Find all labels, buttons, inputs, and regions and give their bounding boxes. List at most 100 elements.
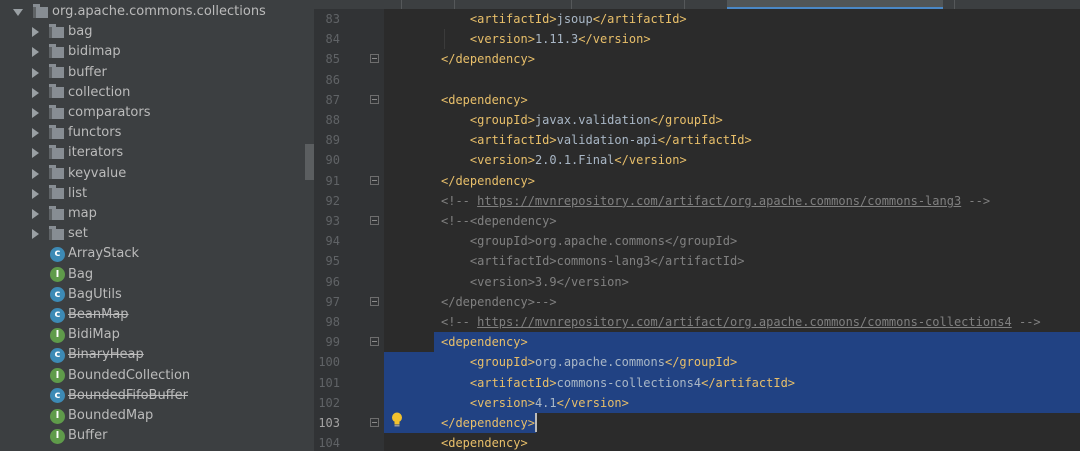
tree-class-item[interactable]: I Bag xyxy=(0,265,305,285)
class-icon: c xyxy=(50,307,65,323)
tree-class-item[interactable]: I BoundedCollection xyxy=(0,366,305,386)
xml-comment: --> xyxy=(1011,315,1041,329)
collapsed-arrow-icon[interactable] xyxy=(32,87,39,98)
xml-tag: <dependency> xyxy=(441,436,528,451)
collapsed-arrow-icon[interactable] xyxy=(32,47,39,58)
line-number: 99 xyxy=(325,335,340,350)
tree-folder-item[interactable]: bag xyxy=(0,22,305,42)
tree-folder-item[interactable]: keyvalue xyxy=(0,164,305,184)
tree-class-item[interactable]: I Buffer xyxy=(0,426,305,446)
line-number: 95 xyxy=(325,254,340,269)
tree-folder-item[interactable]: comparators xyxy=(0,103,305,123)
collapsed-arrow-icon[interactable] xyxy=(32,229,39,240)
line-number: 104 xyxy=(318,436,340,451)
xml-text: javax.validation xyxy=(534,113,651,127)
collapsed-arrow-icon[interactable] xyxy=(32,168,39,179)
comment-url-link[interactable]: https://mvnrepository.com/artifact/org.a… xyxy=(477,315,1012,329)
tree-class-label: BidiMap xyxy=(68,327,120,343)
tree-folder-item[interactable]: bidimap xyxy=(0,42,305,62)
xml-tag: <artifactId> xyxy=(469,12,557,26)
tree-class-item[interactable]: c BinaryHeap xyxy=(0,345,305,365)
tree-class-item[interactable]: I BoundedMap xyxy=(0,406,305,426)
tree-folder-label: bag xyxy=(68,24,93,40)
collapsed-arrow-icon[interactable] xyxy=(32,108,39,118)
tab-separator xyxy=(571,0,572,9)
xml-tag: <artifactId> xyxy=(469,375,557,390)
package-icon xyxy=(49,225,64,240)
fold-marker-icon[interactable] xyxy=(370,337,379,347)
fold-marker-icon[interactable] xyxy=(370,216,379,225)
xml-tag: </artifactId> xyxy=(701,375,796,390)
package-icon xyxy=(49,185,64,200)
lightbulb-icon[interactable] xyxy=(391,412,403,428)
package-icon xyxy=(49,64,64,79)
collapsed-arrow-icon[interactable] xyxy=(32,27,39,38)
line-number: 88 xyxy=(325,113,340,127)
tree-scrollbar[interactable] xyxy=(305,144,314,180)
tree-class-label: BinaryHeap xyxy=(68,347,144,363)
fold-marker-icon[interactable] xyxy=(370,175,379,185)
xml-tag: </groupId> xyxy=(650,113,723,127)
package-icon xyxy=(49,104,64,119)
collapsed-arrow-icon[interactable] xyxy=(32,128,39,139)
active-editor-tab[interactable] xyxy=(727,0,943,9)
comment-url-link[interactable]: https://mvnrepository.com/artifact/org.a… xyxy=(477,194,961,208)
xml-text: org.apache.commons xyxy=(534,355,665,370)
xml-tag: <dependency> xyxy=(441,335,528,350)
tree-folder-label: functors xyxy=(68,125,122,141)
xml-tag: </dependency> xyxy=(441,416,535,430)
code-line: </dependency> xyxy=(441,413,535,433)
tree-root[interactable]: org.apache.commons.collections xyxy=(0,2,305,22)
xml-tag: <version> xyxy=(469,32,535,47)
tree-class-label: Bag xyxy=(68,266,94,282)
xml-comment: --> xyxy=(961,193,991,208)
package-icon xyxy=(49,144,64,159)
tree-class-item[interactable]: c BagUtils xyxy=(0,285,305,305)
collapsed-arrow-icon[interactable] xyxy=(32,67,39,78)
fold-marker-icon[interactable] xyxy=(370,94,379,104)
tree-folder-item[interactable]: map xyxy=(0,204,305,224)
code-line: <version>4.1</version> xyxy=(441,393,629,413)
tree-class-item[interactable]: c BeanMap xyxy=(0,305,305,325)
tree-folder-item[interactable]: buffer xyxy=(0,63,305,83)
expand-arrow-icon[interactable] xyxy=(13,8,23,16)
package-icon xyxy=(49,205,64,220)
xml-tag: <version> xyxy=(469,395,535,410)
collapsed-arrow-icon[interactable] xyxy=(32,188,39,199)
code-line: <groupId>org.apache.commons</groupId> xyxy=(441,352,737,372)
tree-folder-item[interactable]: set xyxy=(0,224,305,244)
xml-tag: <groupId> xyxy=(469,355,535,370)
tree-folder-item[interactable]: iterators xyxy=(0,143,305,163)
tree-class-item[interactable]: c ArrayStack xyxy=(0,244,305,264)
line-number: 97 xyxy=(325,294,340,309)
code-line: <dependency> xyxy=(441,90,528,110)
collapsed-arrow-icon[interactable] xyxy=(32,148,39,159)
xml-tag: <artifactId> xyxy=(469,133,557,148)
tree-folder-item[interactable]: list xyxy=(0,184,305,204)
line-number: 102 xyxy=(318,395,340,410)
line-number: 83 xyxy=(325,12,340,26)
fold-marker-icon[interactable] xyxy=(370,54,379,64)
line-number: 98 xyxy=(325,315,340,329)
xml-comment: <artifactId>commons-lang3</artifactId> xyxy=(469,254,745,269)
collapsed-arrow-icon[interactable] xyxy=(32,209,39,219)
fold-marker-icon[interactable] xyxy=(370,418,379,427)
tree-class-item[interactable]: c BoundedFifoBuffer xyxy=(0,386,305,406)
xml-comment: <version>3.9</version> xyxy=(469,274,629,289)
tree-folder-item[interactable]: collection xyxy=(0,83,305,103)
tree-class-item[interactable]: I BidiMap xyxy=(0,325,305,345)
tree-folder-item[interactable]: functors xyxy=(0,123,305,143)
tab-separator xyxy=(401,0,402,9)
tree-class-label: BoundedCollection xyxy=(68,367,191,383)
xml-tag: </artifactId> xyxy=(657,133,752,148)
interface-icon: I xyxy=(50,267,65,283)
package-icon xyxy=(49,165,64,180)
fold-marker-icon[interactable] xyxy=(370,296,379,306)
tree-folder-label: set xyxy=(68,226,88,242)
tree-folder-label: bidimap xyxy=(68,44,121,60)
